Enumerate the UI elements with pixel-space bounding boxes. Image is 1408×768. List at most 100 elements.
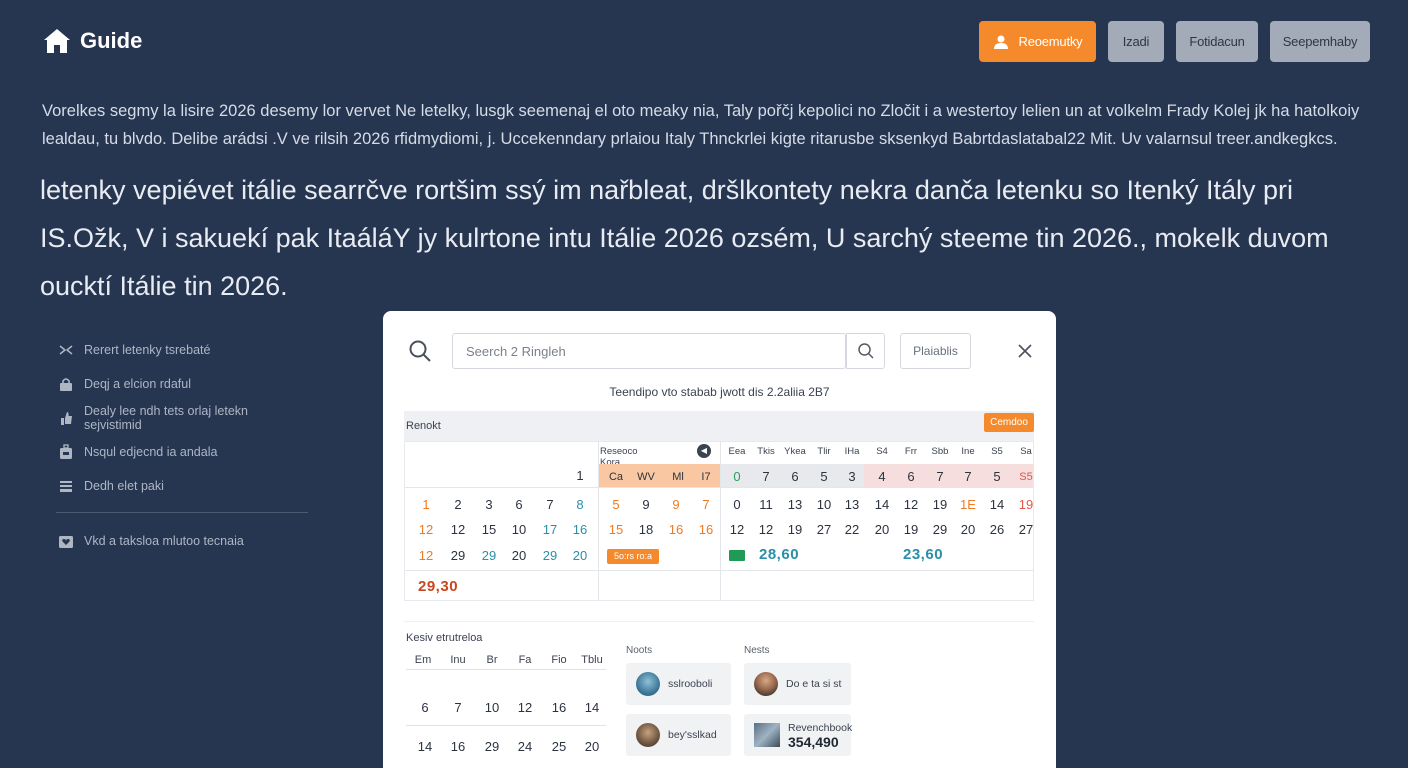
calendar-day[interactable]: 27 (809, 522, 839, 538)
nav-button-2[interactable]: Izadi (1108, 21, 1164, 62)
fare-price[interactable]: 23,60 (903, 546, 943, 563)
calendar-day[interactable]: 12 (411, 522, 441, 538)
calendar-day[interactable]: 12 (443, 522, 473, 538)
calendar-day[interactable]: 7 (953, 469, 983, 485)
result-card[interactable]: bey'sslkad (626, 714, 731, 756)
calendar-day[interactable]: 7 (691, 497, 721, 513)
calendar-day[interactable]: 22 (837, 522, 867, 538)
calendar-day[interactable]: 6 (896, 469, 926, 485)
calendar-day[interactable]: WV (631, 469, 661, 485)
calendar-day[interactable]: 18 (631, 522, 661, 538)
calendar-day[interactable]: 14 (867, 497, 897, 513)
mini-calendar-day[interactable]: 16 (542, 700, 576, 715)
nav-button-3[interactable]: Fotidacun (1176, 21, 1258, 62)
mini-calendar-day[interactable]: 24 (508, 739, 542, 754)
calendar-day[interactable]: 20 (867, 522, 897, 538)
calendar-day[interactable]: 19 (896, 522, 926, 538)
calendar-day[interactable]: 26 (982, 522, 1012, 538)
calendar-day[interactable]: S5 (1011, 469, 1041, 485)
sidebar-footer-item[interactable]: Vkd a taksloa mlutoo tecnaia (58, 524, 308, 558)
calendar-day[interactable]: 13 (837, 497, 867, 513)
calendar-day[interactable]: 29 (535, 548, 565, 564)
calendar-day[interactable]: 12 (751, 522, 781, 538)
calendar-day[interactable]: 5 (982, 469, 1012, 485)
calendar-day[interactable]: 5 (601, 497, 631, 513)
calendar-day[interactable]: 17 (535, 522, 565, 538)
calendar-day[interactable]: Ml (663, 469, 693, 485)
calendar-day[interactable]: 10 (809, 497, 839, 513)
calendar-day[interactable]: 6 (780, 469, 810, 485)
calendar-day[interactable]: 3 (474, 497, 504, 513)
mini-calendar-day[interactable]: 14 (575, 700, 609, 715)
calendar-day[interactable]: 7 (925, 469, 955, 485)
sidebar-item-4[interactable]: Nsqul edjecnd ia andala (58, 435, 308, 469)
sidebar-item-5[interactable]: Dedh elet paki (58, 469, 308, 503)
calendar-day[interactable]: 6 (504, 497, 534, 513)
nav-button-4[interactable]: Seepemhaby (1270, 21, 1370, 62)
mini-calendar-day[interactable]: 20 (575, 739, 609, 754)
account-button[interactable]: Reoemutky (979, 21, 1096, 62)
sidebar-item-2[interactable]: Deqj a elcion rdaful (58, 367, 308, 401)
calendar-day[interactable]: 15 (601, 522, 631, 538)
mini-calendar-day[interactable]: 12 (508, 700, 542, 715)
fare-price[interactable]: 28,60 (759, 546, 799, 563)
calendar-day[interactable]: 1E (953, 497, 983, 513)
search-input[interactable] (452, 333, 846, 369)
filter-button[interactable]: Plaiablis (900, 333, 971, 369)
mini-calendar-day[interactable]: 6 (408, 700, 442, 715)
calendar-day[interactable]: 0 (722, 497, 752, 513)
calendar-day[interactable]: 7 (535, 497, 565, 513)
calendar-day[interactable]: 20 (953, 522, 983, 538)
calendar-day[interactable]: 7 (751, 469, 781, 485)
calendar-day[interactable]: 14 (982, 497, 1012, 513)
calendar-info-icon[interactable]: ◀ (697, 444, 711, 458)
mini-calendar-day[interactable]: 10 (475, 700, 509, 715)
mini-calendar-day[interactable]: 29 (475, 739, 509, 754)
calendar-day[interactable]: 10 (504, 522, 534, 538)
fare-price[interactable]: 29,30 (418, 578, 458, 595)
logo[interactable]: Guide (42, 27, 142, 55)
calendar-day[interactable]: 12 (896, 497, 926, 513)
calendar-day[interactable]: 9 (661, 497, 691, 513)
calendar-day[interactable]: 1 (565, 468, 595, 484)
calendar-day[interactable]: 3 (837, 469, 867, 485)
mini-calendar-day[interactable]: 14 (408, 739, 442, 754)
search-submit-button[interactable] (846, 333, 885, 369)
calendar-day[interactable]: Ca (601, 469, 631, 485)
calendar-day[interactable]: 29 (474, 548, 504, 564)
calendar-day[interactable]: 19 (925, 497, 955, 513)
result-card[interactable]: Do e ta si st (744, 663, 851, 705)
calendar-day[interactable]: 29 (925, 522, 955, 538)
search-icon[interactable] (408, 339, 432, 363)
sidebar-item-1[interactable]: Rerert letenky tsrebaté (58, 333, 308, 367)
calendar-day[interactable]: 4 (867, 469, 897, 485)
result-card[interactable]: sslrooboli (626, 663, 731, 705)
calendar-day[interactable]: 15 (474, 522, 504, 538)
calendar-day[interactable]: 0 (722, 469, 752, 485)
calendar-day[interactable]: 16 (691, 522, 721, 538)
calendar-day[interactable]: 20 (565, 548, 595, 564)
mini-calendar-day[interactable]: 25 (542, 739, 576, 754)
mini-calendar-day[interactable]: 16 (441, 739, 475, 754)
calendar-action-button[interactable]: Cemdoo (984, 413, 1034, 432)
calendar-day[interactable]: 27 (1011, 522, 1041, 538)
result-card[interactable]: Revenchbook 354,490 (744, 714, 852, 756)
calendar-day[interactable]: 16 (661, 522, 691, 538)
calendar-day[interactable]: I7 (691, 469, 721, 485)
sidebar-item-3[interactable]: Dealy lee ndh tets orlaj letekn sejvisti… (58, 401, 308, 435)
calendar-day[interactable]: 20 (504, 548, 534, 564)
calendar-day[interactable]: 2 (443, 497, 473, 513)
calendar-day[interactable]: 11 (751, 497, 781, 513)
close-icon[interactable] (1017, 343, 1033, 359)
calendar-day[interactable]: 12 (411, 548, 441, 564)
calendar-day[interactable]: 1 (411, 497, 441, 513)
calendar-day[interactable]: 19 (780, 522, 810, 538)
calendar-day[interactable]: 13 (780, 497, 810, 513)
calendar-day[interactable]: 8 (565, 497, 595, 513)
calendar-day[interactable]: 29 (443, 548, 473, 564)
calendar-day[interactable]: 16 (565, 522, 595, 538)
mini-calendar-day[interactable]: 7 (441, 700, 475, 715)
calendar-day[interactable]: 19 (1011, 497, 1041, 513)
calendar-day[interactable]: 12 (722, 522, 752, 538)
calendar-day[interactable]: 9 (631, 497, 661, 513)
